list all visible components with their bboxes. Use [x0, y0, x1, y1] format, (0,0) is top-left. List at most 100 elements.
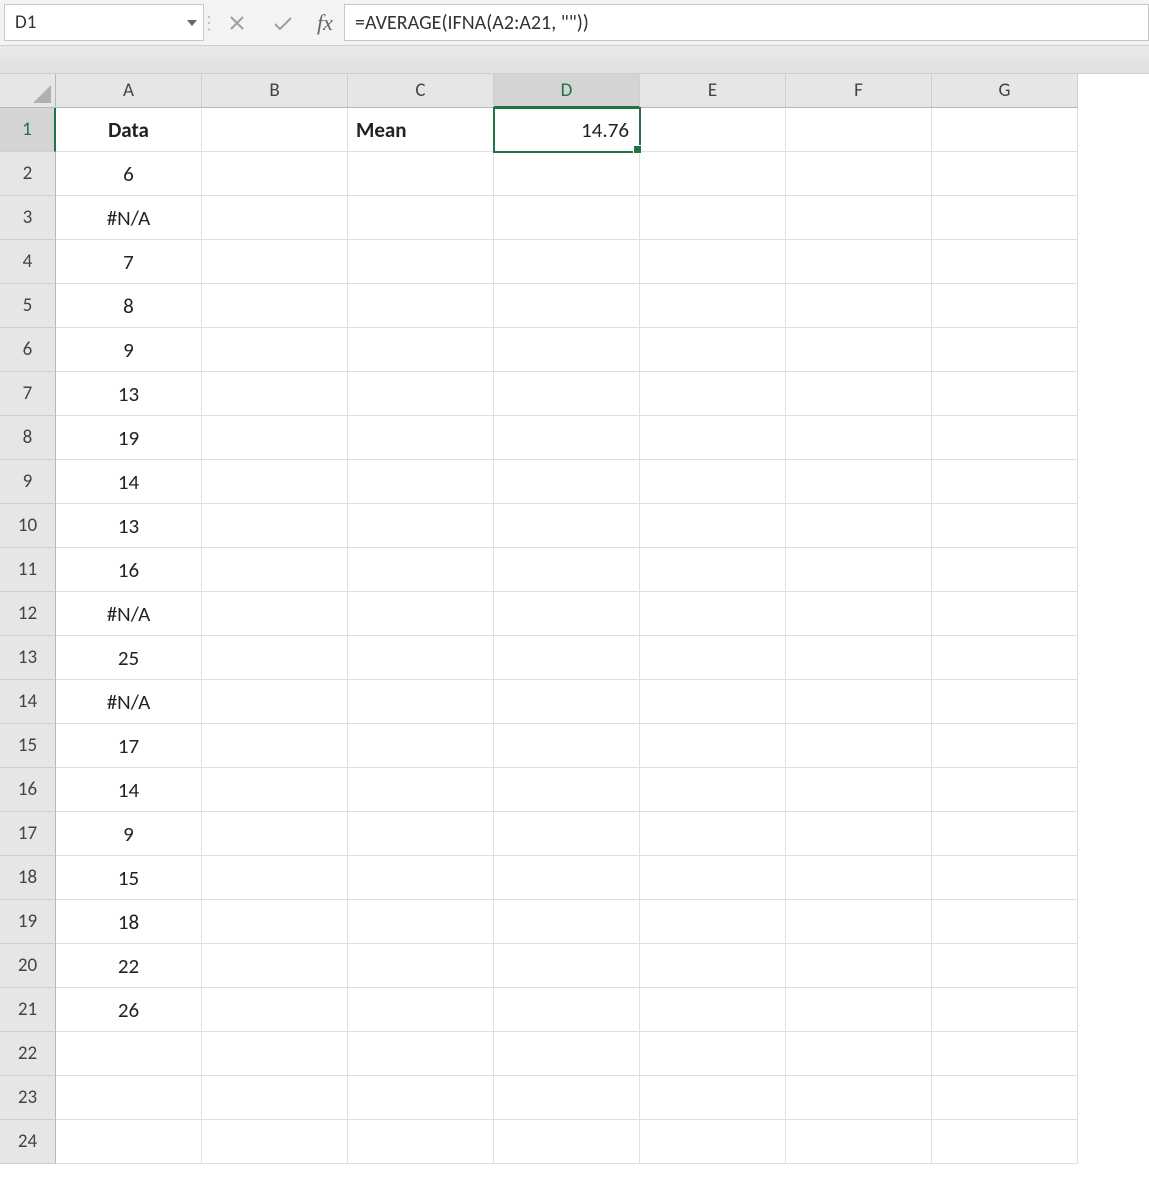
cell-E6[interactable]: [640, 328, 786, 372]
cell-F12[interactable]: [786, 592, 932, 636]
cell-D17[interactable]: [494, 812, 640, 856]
cell-F3[interactable]: [786, 196, 932, 240]
cell-G2[interactable]: [932, 152, 1078, 196]
cell-A7[interactable]: 13: [56, 372, 202, 416]
cell-A15[interactable]: 17: [56, 724, 202, 768]
cell-A20[interactable]: 22: [56, 944, 202, 988]
column-header-C[interactable]: C: [348, 74, 494, 108]
cell-E21[interactable]: [640, 988, 786, 1032]
cell-F14[interactable]: [786, 680, 932, 724]
cell-E9[interactable]: [640, 460, 786, 504]
enter-icon[interactable]: [260, 0, 306, 45]
column-header-D[interactable]: D: [494, 74, 640, 108]
row-header-20[interactable]: 20: [0, 944, 56, 988]
cell-A8[interactable]: 19: [56, 416, 202, 460]
row-header-18[interactable]: 18: [0, 856, 56, 900]
cell-C4[interactable]: [348, 240, 494, 284]
cell-C14[interactable]: [348, 680, 494, 724]
cell-E2[interactable]: [640, 152, 786, 196]
cell-A13[interactable]: 25: [56, 636, 202, 680]
cell-A9[interactable]: 14: [56, 460, 202, 504]
cell-D9[interactable]: [494, 460, 640, 504]
cell-A1[interactable]: Data: [56, 108, 202, 152]
row-header-3[interactable]: 3: [0, 196, 56, 240]
cell-D19[interactable]: [494, 900, 640, 944]
cell-C6[interactable]: [348, 328, 494, 372]
row-header-1[interactable]: 1: [0, 108, 56, 152]
cell-E4[interactable]: [640, 240, 786, 284]
cell-D24[interactable]: [494, 1120, 640, 1164]
cell-D6[interactable]: [494, 328, 640, 372]
cell-E11[interactable]: [640, 548, 786, 592]
name-box[interactable]: D1: [4, 4, 204, 41]
row-header-10[interactable]: 10: [0, 504, 56, 548]
cell-A2[interactable]: 6: [56, 152, 202, 196]
cell-F1[interactable]: [786, 108, 932, 152]
cell-D3[interactable]: [494, 196, 640, 240]
cell-B6[interactable]: [202, 328, 348, 372]
cell-C11[interactable]: [348, 548, 494, 592]
cell-C12[interactable]: [348, 592, 494, 636]
cell-B20[interactable]: [202, 944, 348, 988]
cell-D4[interactable]: [494, 240, 640, 284]
cell-C9[interactable]: [348, 460, 494, 504]
cell-F5[interactable]: [786, 284, 932, 328]
cell-E12[interactable]: [640, 592, 786, 636]
cell-A14[interactable]: #N/A: [56, 680, 202, 724]
row-header-7[interactable]: 7: [0, 372, 56, 416]
cell-F18[interactable]: [786, 856, 932, 900]
cell-E7[interactable]: [640, 372, 786, 416]
cell-E16[interactable]: [640, 768, 786, 812]
cell-F8[interactable]: [786, 416, 932, 460]
cell-A17[interactable]: 9: [56, 812, 202, 856]
cell-F19[interactable]: [786, 900, 932, 944]
cell-D1[interactable]: 14.76: [494, 108, 640, 152]
cell-E5[interactable]: [640, 284, 786, 328]
spreadsheet-grid[interactable]: ABCDEFG1DataMean14.76263#N/A475869713819…: [0, 74, 1149, 1164]
cell-D10[interactable]: [494, 504, 640, 548]
cell-C23[interactable]: [348, 1076, 494, 1120]
cell-G22[interactable]: [932, 1032, 1078, 1076]
cell-D21[interactable]: [494, 988, 640, 1032]
cell-E18[interactable]: [640, 856, 786, 900]
cell-A5[interactable]: 8: [56, 284, 202, 328]
cell-A24[interactable]: [56, 1120, 202, 1164]
cell-C21[interactable]: [348, 988, 494, 1032]
row-header-5[interactable]: 5: [0, 284, 56, 328]
cell-D16[interactable]: [494, 768, 640, 812]
cell-D7[interactable]: [494, 372, 640, 416]
cell-C18[interactable]: [348, 856, 494, 900]
cell-E14[interactable]: [640, 680, 786, 724]
cell-D23[interactable]: [494, 1076, 640, 1120]
cell-C24[interactable]: [348, 1120, 494, 1164]
cell-C5[interactable]: [348, 284, 494, 328]
cell-A11[interactable]: 16: [56, 548, 202, 592]
cell-G11[interactable]: [932, 548, 1078, 592]
cell-B7[interactable]: [202, 372, 348, 416]
cell-E20[interactable]: [640, 944, 786, 988]
cell-E15[interactable]: [640, 724, 786, 768]
cell-C3[interactable]: [348, 196, 494, 240]
cell-B16[interactable]: [202, 768, 348, 812]
cell-D13[interactable]: [494, 636, 640, 680]
cell-F6[interactable]: [786, 328, 932, 372]
row-header-22[interactable]: 22: [0, 1032, 56, 1076]
row-header-17[interactable]: 17: [0, 812, 56, 856]
cell-G15[interactable]: [932, 724, 1078, 768]
row-header-15[interactable]: 15: [0, 724, 56, 768]
cell-C2[interactable]: [348, 152, 494, 196]
cell-G8[interactable]: [932, 416, 1078, 460]
cell-B10[interactable]: [202, 504, 348, 548]
row-header-9[interactable]: 9: [0, 460, 56, 504]
row-header-23[interactable]: 23: [0, 1076, 56, 1120]
cell-C13[interactable]: [348, 636, 494, 680]
cell-F17[interactable]: [786, 812, 932, 856]
row-header-11[interactable]: 11: [0, 548, 56, 592]
cell-D5[interactable]: [494, 284, 640, 328]
cancel-icon[interactable]: [214, 0, 260, 45]
cell-G7[interactable]: [932, 372, 1078, 416]
cell-A22[interactable]: [56, 1032, 202, 1076]
row-header-21[interactable]: 21: [0, 988, 56, 1032]
cell-B11[interactable]: [202, 548, 348, 592]
cell-B18[interactable]: [202, 856, 348, 900]
